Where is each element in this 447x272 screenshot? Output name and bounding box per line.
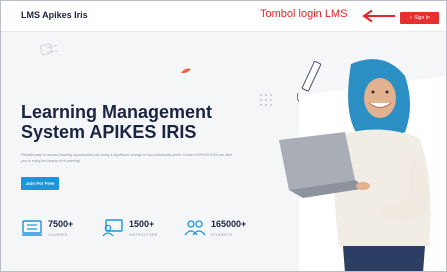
site-brand[interactable]: LMS Apikes Iris	[21, 10, 88, 20]
stat-instructors-label: INSTRUCTORS	[129, 233, 158, 237]
sign-in-label: Sign In	[414, 15, 430, 21]
orange-leaf-icon	[181, 68, 191, 74]
sign-in-button[interactable]: ○ Sign In	[400, 12, 439, 24]
browser-frame: LMS Apikes Iris Tombol login LMS ○ Sign …	[0, 0, 447, 272]
login-annotation: Tombol login LMS	[260, 8, 348, 20]
course-icon	[22, 220, 42, 236]
doodle-icon	[39, 43, 59, 56]
stat-courses-label: COURSES	[48, 233, 68, 237]
navbar: LMS Apikes Iris Tombol login LMS ○ Sign …	[1, 1, 446, 32]
join-for-free-button[interactable]: Join For Free	[21, 177, 59, 190]
annotation-arrow-icon	[362, 9, 395, 23]
hero-person-image	[279, 59, 446, 271]
stat-students: 165000+ STUDENTS	[184, 217, 264, 243]
hero-description: Flexible easy to access learning opportu…	[21, 153, 233, 163]
stat-instructors-value: 1500+	[129, 219, 155, 229]
hero-title-line-2: System APIKES IRIS	[21, 122, 197, 142]
stat-courses-value: 7500+	[48, 219, 74, 229]
students-icon	[184, 220, 206, 236]
stat-students-value: 165000+	[211, 219, 247, 229]
hero-title-line-1: Learning Management	[21, 102, 213, 122]
user-icon: ○	[409, 15, 413, 21]
stat-courses: 7500+ COURSES	[21, 217, 91, 243]
instructor-icon	[102, 219, 123, 237]
stat-instructors: 1500+ INSTRUCTORS	[102, 217, 174, 243]
stat-students-label: STUDENTS	[211, 233, 233, 237]
hero-title: Learning Management System APIKES IRIS	[21, 102, 251, 142]
